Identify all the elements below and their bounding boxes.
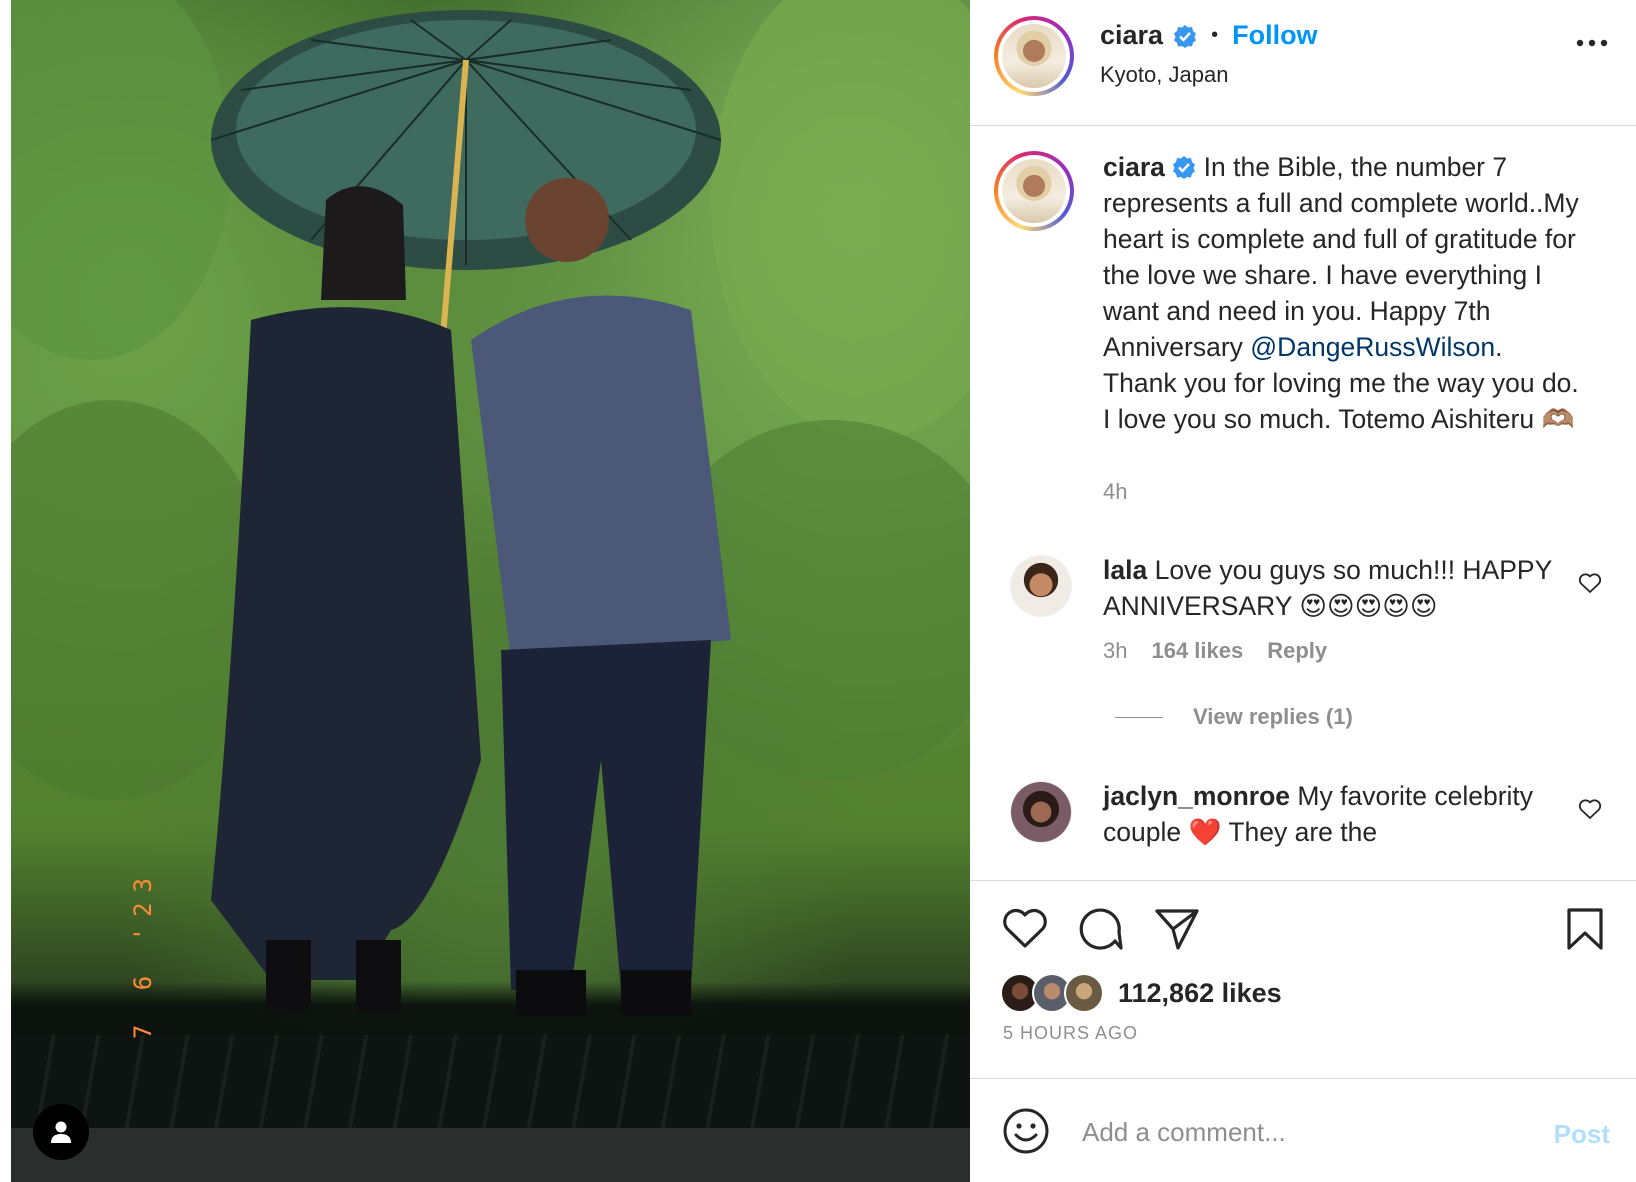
likes-row[interactable]: 112,862 likes xyxy=(1000,973,1282,1013)
post-side-pane: ciara • Follow Kyoto, Japan ciara In the… xyxy=(970,0,1636,1182)
comment-reply-button[interactable]: Reply xyxy=(1267,638,1327,664)
comment-likes[interactable]: 164 likes xyxy=(1151,638,1243,664)
comment-text: lala Love you guys so much!!! HAPPY ANNI… xyxy=(1103,552,1583,624)
photo-deck xyxy=(11,1035,970,1135)
view-replies-button[interactable]: View replies (1) xyxy=(1115,704,1353,730)
author-avatar[interactable] xyxy=(994,16,1074,96)
post-comment-button[interactable]: Post xyxy=(1554,1119,1610,1150)
caption-time[interactable]: 4h xyxy=(1103,479,1127,505)
comment-like-heart-icon[interactable] xyxy=(1578,798,1602,820)
comment-username[interactable]: jaclyn_monroe xyxy=(1103,781,1290,811)
comment-input[interactable] xyxy=(1082,1109,1502,1155)
photo-curb xyxy=(11,1128,970,1182)
liker-avatar xyxy=(1064,973,1104,1013)
comment-meta: 3h 164 likes Reply xyxy=(1103,638,1327,664)
view-replies-label: View replies (1) xyxy=(1193,704,1353,729)
like-heart-icon[interactable] xyxy=(1002,907,1048,949)
comment-bubble-icon[interactable] xyxy=(1078,907,1124,951)
more-horizontal-icon[interactable] xyxy=(1576,38,1608,48)
comment-text: jaclyn_monroe My favorite celebrity coup… xyxy=(1103,778,1583,850)
follow-button[interactable]: Follow xyxy=(1232,20,1317,51)
comment-time[interactable]: 3h xyxy=(1103,638,1127,664)
save-bookmark-icon[interactable] xyxy=(1566,907,1604,951)
commenter-avatar[interactable] xyxy=(1010,555,1072,617)
caption-mention-link[interactable]: @DangeRussWilson xyxy=(1250,332,1495,362)
comment-body: Love you guys so much!!! HAPPY ANNIVERSA… xyxy=(1103,555,1552,621)
post-photo[interactable]: 7 6 '23 xyxy=(11,0,970,1182)
commenter-avatar[interactable] xyxy=(1010,781,1072,843)
emoji-smiley-icon[interactable] xyxy=(1002,1107,1050,1155)
post-location[interactable]: Kyoto, Japan xyxy=(1100,62,1228,88)
header-separator: • xyxy=(1211,24,1219,46)
caption-body-start: In the Bible, the number 7 represents a … xyxy=(1103,152,1579,362)
verified-badge-icon xyxy=(1173,156,1196,179)
likes-count[interactable]: 112,862 likes xyxy=(1118,978,1282,1009)
user-tag-button[interactable] xyxy=(33,1104,89,1160)
caption-avatar[interactable] xyxy=(994,151,1074,231)
header-title-row: ciara • Follow xyxy=(1100,20,1318,51)
caption-text: ciara In the Bible, the number 7 represe… xyxy=(1103,149,1583,437)
caption-meta: 4h xyxy=(1103,479,1127,505)
post-time-ago[interactable]: 5 HOURS AGO xyxy=(1003,1023,1138,1044)
add-comment-bar: Post xyxy=(970,1078,1636,1182)
view-replies-line xyxy=(1115,716,1163,718)
author-username[interactable]: ciara xyxy=(1100,20,1163,51)
post-header: ciara • Follow Kyoto, Japan xyxy=(970,0,1636,126)
photo-date-stamp: 7 6 '23 xyxy=(129,868,157,1040)
verified-badge-icon xyxy=(1174,24,1197,48)
caption-username[interactable]: ciara xyxy=(1103,152,1165,182)
comments-list[interactable]: ciara In the Bible, the number 7 represe… xyxy=(970,127,1636,879)
comment-username[interactable]: lala xyxy=(1103,555,1147,585)
post-actions: 112,862 likes 5 HOURS AGO xyxy=(970,880,1636,1050)
person-icon xyxy=(51,1121,71,1143)
share-send-icon[interactable] xyxy=(1154,907,1200,951)
comment-like-heart-icon[interactable] xyxy=(1578,572,1602,594)
